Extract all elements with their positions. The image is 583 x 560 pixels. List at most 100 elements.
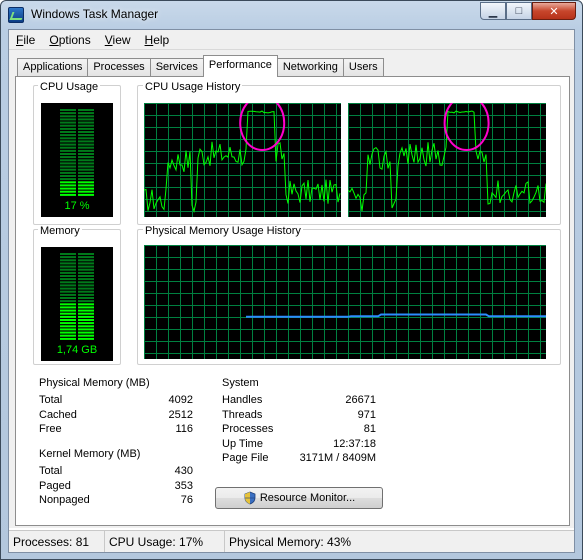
meter-segment [60, 275, 76, 277]
meter-segment [78, 131, 94, 133]
cpu-history-graph-core-1 [143, 95, 341, 217]
tab-users[interactable]: Users [342, 58, 384, 77]
menu-view[interactable]: View [98, 30, 138, 49]
meter-segment [78, 112, 94, 115]
meter-segment [78, 325, 94, 328]
meter-segment [78, 253, 94, 255]
status-processes: Processes: 81 [9, 531, 105, 552]
meter-segment [78, 256, 94, 259]
meter-segment [78, 143, 94, 146]
meter-segment [60, 175, 76, 177]
meter-segment [78, 134, 94, 137]
meter-segment [78, 268, 94, 271]
title-bar[interactable]: Windows Task Manager ▁ □ ✕ [1, 1, 582, 29]
minimize-button[interactable]: ▁ [480, 2, 506, 20]
graph-grid [144, 245, 546, 359]
memory-history-graph [144, 245, 546, 359]
meter-segment [60, 193, 76, 196]
meter-segment [60, 297, 76, 299]
meter-segment [78, 162, 94, 165]
tab-services[interactable]: Services [149, 58, 204, 77]
meter-segment [60, 256, 76, 259]
meter-segment [60, 115, 76, 118]
meter-segment [78, 127, 94, 130]
meter-segment [60, 312, 76, 315]
meter-segment [78, 315, 94, 318]
meter-segment [60, 143, 76, 146]
cpu-usage-meter: 17 % [41, 103, 113, 217]
meter-segment [60, 262, 76, 265]
meter-segment [60, 290, 76, 293]
meter-segment [78, 124, 94, 127]
menu-options[interactable]: Options [42, 30, 97, 49]
stat-row: Cached 2512 [39, 408, 193, 421]
meter-segment [78, 146, 94, 149]
menu-bar: File Options View Help [9, 30, 574, 50]
meter-segment [60, 131, 76, 133]
tab-processes[interactable]: Processes [87, 58, 151, 77]
meter-segment [60, 328, 76, 331]
meter-segment [60, 259, 76, 262]
status-cpu-usage: CPU Usage: 17% [105, 531, 225, 552]
meter-segment [78, 121, 94, 124]
meter-segment [60, 253, 76, 255]
meter-segment [78, 300, 94, 303]
meter-segment [78, 153, 94, 155]
highlight-circle [443, 95, 490, 151]
meter-segment [60, 281, 76, 284]
meter-segment [78, 187, 94, 190]
meter-segment [60, 156, 76, 159]
tab-networking[interactable]: Networking [276, 58, 344, 77]
meter-segment [78, 156, 94, 159]
meter-segment [78, 262, 94, 265]
meter-segment [60, 319, 76, 321]
meter-segment [60, 309, 76, 312]
system-title: System [222, 377, 259, 389]
physical-memory-stats: Physical Memory (MB) Total 4092 Cached 251… [39, 377, 193, 437]
meter-segment [60, 112, 76, 115]
meter-segment [60, 137, 76, 140]
cpu-usage-value: 17 % [64, 200, 90, 212]
cpu-history-line [143, 110, 341, 214]
meter-segment [60, 109, 76, 111]
meter-segment [60, 153, 76, 155]
meter-segment [60, 140, 76, 143]
meter-segment [78, 137, 94, 140]
meter-segment [78, 149, 94, 152]
meter-segment [78, 309, 94, 312]
kernel-memory-stats: Kernel Memory (MB) Total 430 Paged 353 Non… [39, 448, 193, 508]
meter-segment [78, 284, 94, 287]
meter-segment [78, 334, 94, 337]
meter-segment [78, 271, 94, 274]
cpu-usage-label: CPU Usage [38, 81, 101, 93]
meter-segment [78, 159, 94, 162]
tab-applications[interactable]: Applications [17, 58, 89, 77]
tab-performance[interactable]: Performance [202, 55, 278, 77]
menu-help[interactable]: Help [138, 30, 177, 49]
status-bar: Processes: 81 CPU Usage: 17% Physical Me… [9, 530, 574, 552]
menu-file[interactable]: File [9, 30, 42, 49]
window-client: File Options View Help Applications Proc… [8, 29, 575, 553]
meter-segment [78, 118, 94, 121]
meter-segment [60, 159, 76, 162]
system-stats: System Handles 26671 Threads 971 Processes… [222, 377, 376, 466]
meter-segment [60, 306, 76, 309]
meter-segment [60, 271, 76, 274]
meter-segment [78, 181, 94, 184]
meter-segment [78, 312, 94, 315]
stat-row: Total 4092 [39, 394, 193, 406]
meter-segment [78, 171, 94, 174]
performance-panel: CPU Usage 17 % CPU Usage History Memory [15, 76, 570, 526]
resource-monitor-button[interactable]: Resource Monitor... [215, 487, 383, 509]
meter-segment [60, 149, 76, 152]
cpu-history-label: CPU Usage History [143, 81, 243, 93]
meter-segment [60, 287, 76, 290]
meter-segment [78, 287, 94, 290]
meter-segment [78, 303, 94, 306]
meter-segment [60, 331, 76, 334]
maximize-button[interactable]: □ [506, 2, 532, 20]
meter-segment [78, 259, 94, 262]
meter-segment [78, 109, 94, 111]
close-button[interactable]: ✕ [532, 2, 576, 20]
meter-segment [60, 284, 76, 287]
